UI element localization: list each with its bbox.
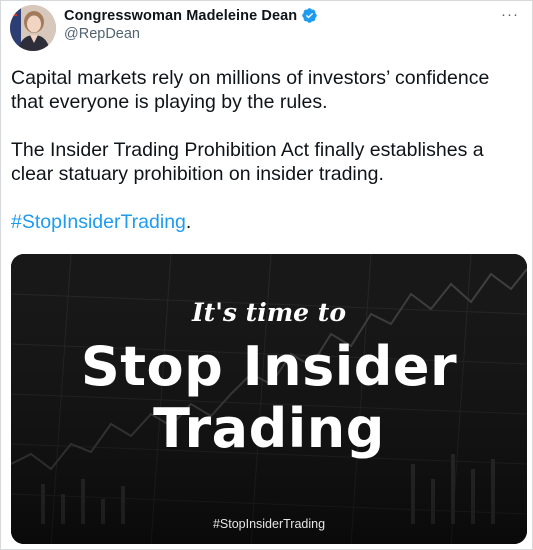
tweet-card: Congresswoman Madeleine Dean @RepDean ··…	[0, 0, 533, 550]
verified-badge-icon	[301, 7, 318, 24]
hashtag-link[interactable]: #StopInsiderTrading	[11, 211, 186, 233]
profile-photo-icon	[10, 5, 56, 51]
tweet-media-image[interactable]: It's time to Stop Insider Trading #StopI…	[11, 254, 527, 544]
tweet-paragraph-3: #StopInsiderTrading.	[11, 210, 526, 234]
tweet-text: Capital markets rely on millions of inve…	[11, 66, 526, 234]
author-display-name[interactable]: Congresswoman Madeleine Dean	[64, 8, 297, 24]
author-avatar[interactable]	[10, 5, 56, 51]
author-handle[interactable]: @RepDean	[64, 26, 318, 42]
media-footer-hashtag: #StopInsiderTrading	[212, 517, 326, 531]
display-name-row: Congresswoman Madeleine Dean	[64, 7, 318, 24]
hashtag-suffix: .	[185, 211, 192, 233]
more-options-icon[interactable]: ···	[498, 5, 522, 23]
tweet-paragraph-2: The Insider Trading Prohibition Act fina…	[11, 139, 484, 185]
tweet-paragraph-1: Capital markets rely on millions of inve…	[11, 67, 490, 113]
media-headline-line-2: Trading	[153, 397, 385, 460]
author-info: Congresswoman Madeleine Dean @RepDean	[64, 7, 318, 42]
media-headline-line-1: Stop Insider	[80, 335, 458, 398]
media-headline-small: It's time to	[191, 298, 346, 327]
media-overlay-text: It's time to Stop Insider Trading #StopI…	[11, 254, 527, 544]
